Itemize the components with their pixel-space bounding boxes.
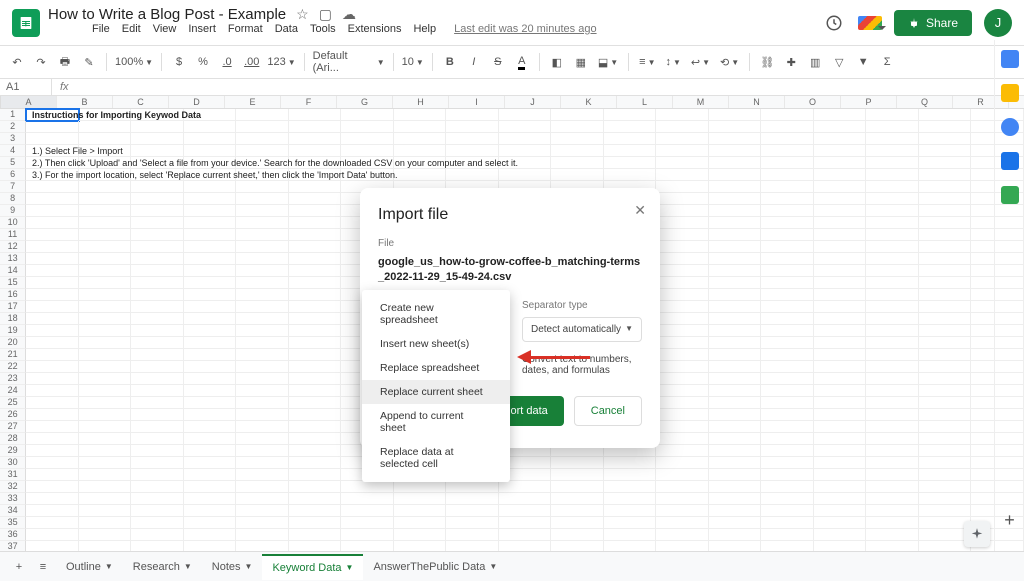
modal-backdrop: Import file ✕ File google_us_how-to-grow… bbox=[0, 0, 1024, 581]
close-icon[interactable]: ✕ bbox=[634, 202, 646, 219]
separator-select[interactable]: Detect automatically▼ bbox=[522, 317, 642, 342]
file-name: google_us_how-to-grow-coffee-b_matching-… bbox=[378, 255, 642, 286]
import-location-dropdown: Create new spreadsheetInsert new sheet(s… bbox=[362, 290, 510, 482]
cancel-button[interactable]: Cancel bbox=[574, 396, 642, 426]
separator-label: Separator type bbox=[522, 300, 642, 311]
import-location-option[interactable]: Insert new sheet(s) bbox=[362, 332, 510, 356]
import-location-option[interactable]: Replace data at selected cell bbox=[362, 440, 510, 476]
annotation-arrow bbox=[510, 350, 590, 364]
dialog-title: Import file bbox=[378, 206, 642, 224]
import-location-option[interactable]: Replace spreadsheet bbox=[362, 356, 510, 380]
file-label: File bbox=[378, 238, 642, 249]
import-location-option[interactable]: Create new spreadsheet bbox=[362, 296, 510, 332]
import-location-option[interactable]: Replace current sheet bbox=[362, 380, 510, 404]
import-location-option[interactable]: Append to current sheet bbox=[362, 404, 510, 440]
